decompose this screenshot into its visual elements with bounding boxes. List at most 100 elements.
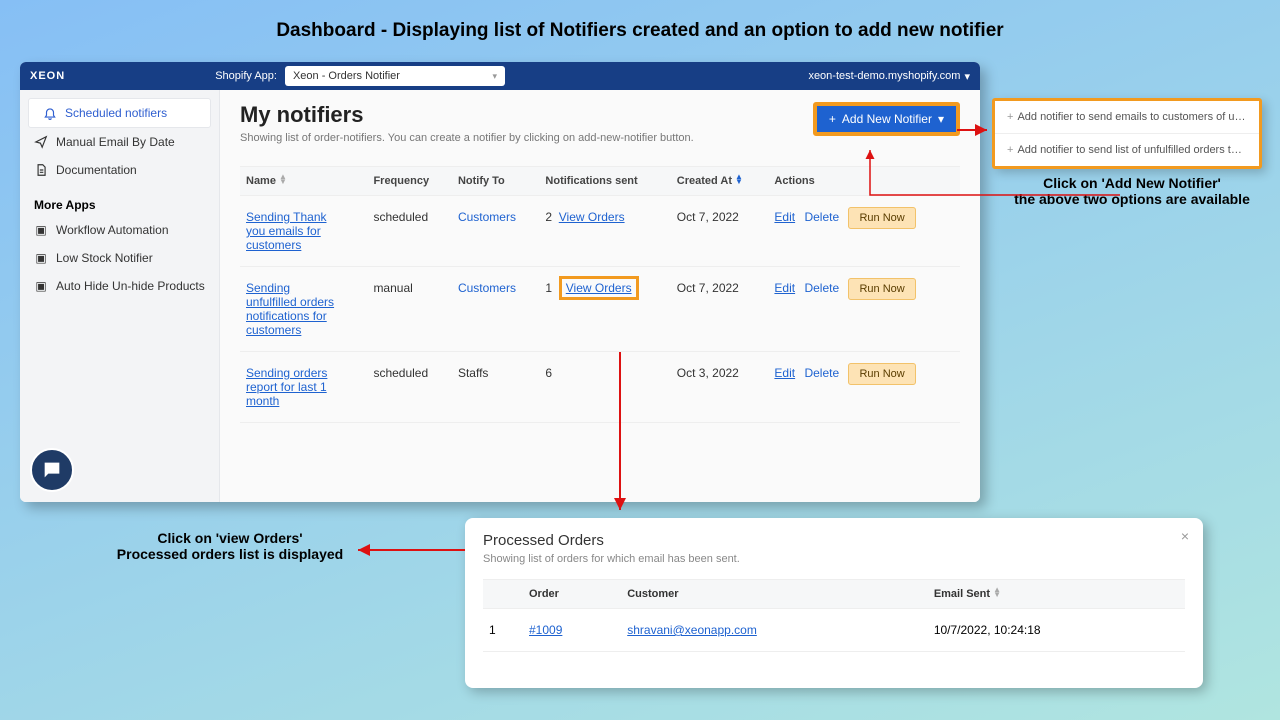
- add-btn-label: Add New Notifier: [842, 112, 932, 126]
- page-title: My notifiers: [240, 102, 694, 128]
- col-notify-to: Notify To: [452, 167, 539, 196]
- more-app-workflow[interactable]: ▣ Workflow Automation: [20, 216, 219, 244]
- plus-icon: +: [1007, 111, 1013, 123]
- close-icon[interactable]: ×: [1181, 528, 1189, 544]
- notifier-name-link[interactable]: Sending unfulfilled orders notifications…: [246, 281, 336, 337]
- sidebar-item-label: Documentation: [56, 163, 137, 177]
- app-window: XEON Shopify App: Xeon - Orders Notifier…: [20, 62, 980, 502]
- add-notifier-dropdown: + Add notifier to send emails to customer…: [992, 98, 1262, 169]
- dropdown-option-staff[interactable]: + Add notifier to send list of unfulfille…: [995, 134, 1259, 166]
- annotation-dropdown-caption: Click on 'Add New Notifier' the above tw…: [992, 175, 1272, 207]
- view-orders-link[interactable]: View Orders: [559, 276, 639, 300]
- cell-frequency: manual: [367, 267, 452, 352]
- content-area: My notifiers Showing list of order-notif…: [220, 90, 980, 502]
- add-new-notifier-button[interactable]: + Add New Notifier ▾: [813, 102, 960, 136]
- cell-frequency: scheduled: [367, 196, 452, 267]
- sort-icon: ▲▼: [279, 175, 287, 185]
- more-app-low-stock[interactable]: ▣ Low Stock Notifier: [20, 244, 219, 272]
- doc-icon: [34, 163, 48, 177]
- col-notifications-sent: Notifications sent: [539, 167, 670, 196]
- send-icon: [34, 135, 48, 149]
- chat-icon: [41, 459, 63, 481]
- cell-created: Oct 7, 2022: [671, 267, 769, 352]
- processed-title: Processed Orders: [483, 532, 1185, 549]
- sidebar-item-documentation[interactable]: Documentation: [20, 156, 219, 184]
- notifier-name-link[interactable]: Sending Thank you emails for customers: [246, 210, 336, 252]
- order-link[interactable]: #1009: [529, 623, 562, 637]
- edit-link[interactable]: Edit: [774, 210, 795, 224]
- page-subtitle: Showing list of order-notifiers. You can…: [240, 132, 694, 144]
- processed-orders-table: Order Customer Email Sent▲▼ 1 #1009 shra…: [483, 579, 1185, 652]
- more-app-label: Low Stock Notifier: [56, 251, 153, 265]
- col-order: Order: [523, 580, 621, 609]
- col-name[interactable]: Name▲▼: [240, 167, 367, 196]
- plus-icon: +: [1007, 144, 1013, 156]
- more-app-label: Auto Hide Un-hide Products: [56, 279, 205, 293]
- col-created-at[interactable]: Created At▲▼: [671, 167, 769, 196]
- table-row: Sending unfulfilled orders notifications…: [240, 267, 960, 352]
- more-apps-header: More Apps: [20, 184, 219, 216]
- col-actions: Actions: [768, 167, 960, 196]
- processed-subtitle: Showing list of orders for which email h…: [483, 553, 1185, 565]
- app-icon: ▣: [34, 223, 48, 237]
- more-app-label: Workflow Automation: [56, 223, 169, 237]
- edit-link[interactable]: Edit: [774, 281, 795, 295]
- cell-notify-to: Customers: [458, 281, 516, 295]
- cell-notify-to: Customers: [458, 210, 516, 224]
- app-select-value: Xeon - Orders Notifier: [293, 70, 400, 82]
- plus-icon: +: [829, 112, 836, 126]
- chevron-down-icon: ▾: [964, 70, 970, 83]
- notifiers-table: Name▲▼ Frequency Notify To Notifications…: [240, 166, 960, 423]
- table-row: Sending Thank you emails for customers s…: [240, 196, 960, 267]
- run-now-button[interactable]: Run Now: [848, 207, 915, 229]
- cell-created: Oct 3, 2022: [671, 352, 769, 423]
- bell-icon: [43, 106, 57, 120]
- annotation-title: Dashboard - Displaying list of Notifiers…: [0, 20, 1280, 42]
- cell-sent: 6: [539, 352, 670, 423]
- cell-notify-to: Staffs: [452, 352, 539, 423]
- view-orders-link[interactable]: View Orders: [559, 210, 625, 224]
- dropdown-option-label: Add notifier to send list of unfulfilled…: [1017, 144, 1259, 156]
- sidebar-item-manual-email[interactable]: Manual Email By Date: [20, 128, 219, 156]
- cell-frequency: scheduled: [367, 352, 452, 423]
- chevron-down-icon: ▾: [492, 71, 497, 82]
- sort-icon: ▲▼: [735, 175, 743, 185]
- sidebar-item-label: Manual Email By Date: [56, 135, 175, 149]
- topbar: XEON Shopify App: Xeon - Orders Notifier…: [20, 62, 980, 90]
- notifier-name-link[interactable]: Sending orders report for last 1 month: [246, 366, 336, 408]
- annotation-view-orders-caption: Click on 'view Orders' Processed orders …: [70, 530, 390, 562]
- sidebar: Scheduled notifiers Manual Email By Date…: [20, 90, 220, 502]
- customer-email-link[interactable]: shravani@xeonapp.com: [627, 623, 757, 637]
- shop-domain-label: xeon-test-demo.myshopify.com: [808, 70, 960, 82]
- sort-icon: ▲▼: [993, 588, 1001, 598]
- cell-created: Oct 7, 2022: [671, 196, 769, 267]
- run-now-button[interactable]: Run Now: [848, 278, 915, 300]
- app-select[interactable]: Xeon - Orders Notifier ▾: [285, 66, 505, 86]
- sidebar-item-scheduled-notifiers[interactable]: Scheduled notifiers: [28, 98, 211, 128]
- edit-link[interactable]: Edit: [774, 366, 795, 380]
- brand: XEON: [30, 70, 65, 82]
- cell-idx: 1: [483, 609, 523, 652]
- delete-link[interactable]: Delete: [804, 366, 839, 380]
- table-row: 1 #1009 shravani@xeonapp.com 10/7/2022, …: [483, 609, 1185, 652]
- dropdown-option-customers[interactable]: + Add notifier to send emails to customer…: [995, 101, 1259, 134]
- chevron-down-icon: ▾: [938, 112, 944, 126]
- delete-link[interactable]: Delete: [804, 210, 839, 224]
- col-customer: Customer: [621, 580, 928, 609]
- sidebar-item-label: Scheduled notifiers: [65, 106, 167, 120]
- col-email-sent[interactable]: Email Sent▲▼: [928, 580, 1185, 609]
- dropdown-option-label: Add notifier to send emails to customers…: [1017, 111, 1259, 123]
- cell-sent: 2: [545, 210, 552, 224]
- shopify-app-label: Shopify App:: [215, 70, 277, 82]
- processed-orders-dialog: × Processed Orders Showing list of order…: [465, 518, 1203, 688]
- intercom-launcher[interactable]: [30, 448, 74, 492]
- table-row: Sending orders report for last 1 month s…: [240, 352, 960, 423]
- col-frequency: Frequency: [367, 167, 452, 196]
- more-app-auto-hide[interactable]: ▣ Auto Hide Un-hide Products: [20, 272, 219, 300]
- cell-email-sent: 10/7/2022, 10:24:18: [928, 609, 1185, 652]
- run-now-button[interactable]: Run Now: [848, 363, 915, 385]
- delete-link[interactable]: Delete: [804, 281, 839, 295]
- app-icon: ▣: [34, 279, 48, 293]
- app-icon: ▣: [34, 251, 48, 265]
- shop-domain[interactable]: xeon-test-demo.myshopify.com ▾: [808, 70, 970, 83]
